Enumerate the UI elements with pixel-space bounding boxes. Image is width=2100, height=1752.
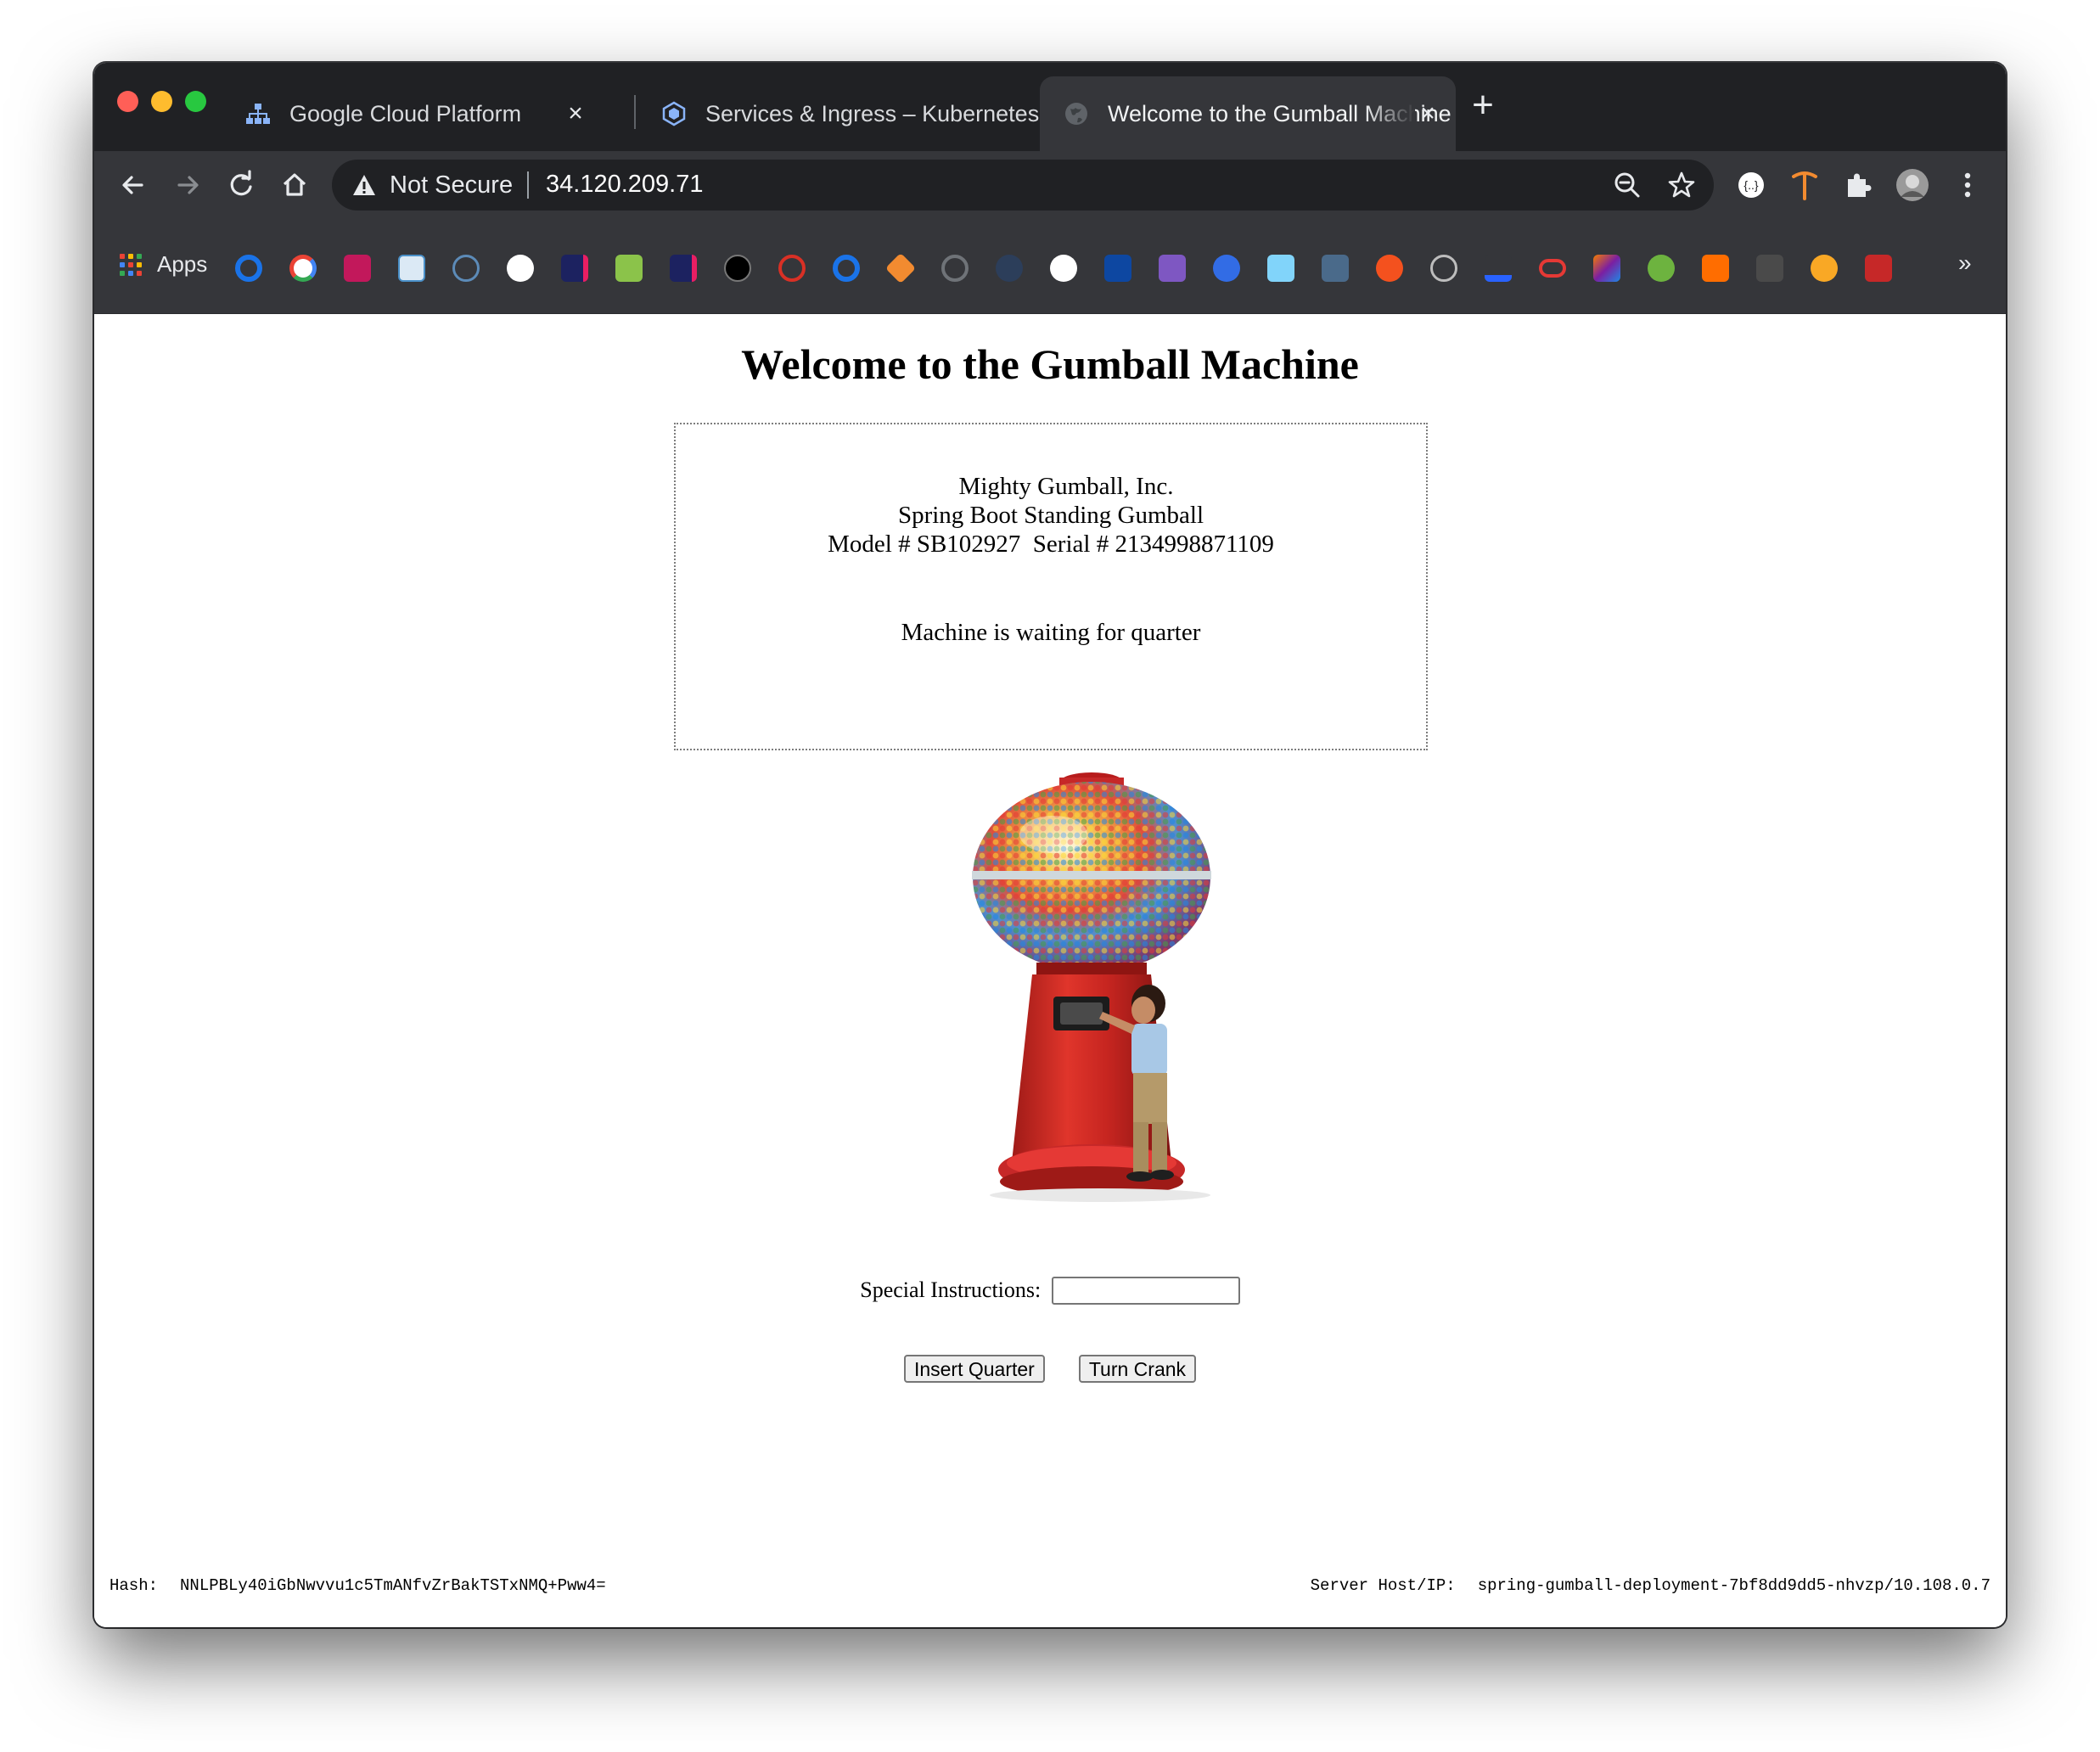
tab-title-fade [1364,76,1415,151]
gcp-sitemap-icon [246,104,270,124]
tab-strip: Google Cloud Platform × Services & Ingre… [94,63,2006,151]
bookmark-kotlin-icon[interactable] [1593,255,1620,282]
bookmark-red-logo-icon[interactable] [1865,255,1892,282]
bookmark-gopher-icon[interactable] [1267,255,1294,282]
insert-quarter-button[interactable]: Insert Quarter [903,1355,1045,1383]
bookmark-oracle-icon[interactable] [1539,259,1566,278]
bookmark-apps-label: Apps [157,251,208,277]
bookmark-blue-bar-icon[interactable] [1104,255,1131,282]
json-viewer-extension-icon[interactable]: {..} [1732,166,1770,204]
bookmark-red-ring-icon[interactable] [778,255,806,282]
bookmark-apps[interactable]: Apps [120,251,207,278]
close-tab-icon[interactable]: × [563,101,588,126]
url-text[interactable]: 34.120.209.71 [546,171,703,199]
machine-description: Mighty Gumball, Inc. Spring Boot Standin… [676,472,1426,559]
browser-window: Google Cloud Platform × Services & Ingre… [94,63,2006,1627]
svg-text:{..}: {..} [1743,178,1758,192]
tab-title: Google Cloud Platform [289,100,522,126]
pickaxe-extension-icon[interactable] [1786,166,1823,204]
home-icon[interactable] [276,166,313,204]
hash-label: Hash: [109,1576,159,1595]
bookmark-star-icon[interactable] [1666,170,1697,200]
profile-avatar[interactable] [1894,166,1931,204]
page-footer: Hash: NNLPBLy40iGbNwvvu1c5TmANfvZrBakTSTx… [94,1576,2006,1602]
omnibox-divider [527,171,529,199]
bookmark-orange-cube-icon[interactable] [884,252,917,284]
machine-info-box: Mighty Gumball, Inc. Spring Boot Standin… [674,423,1428,750]
kubernetes-engine-icon [662,101,686,126]
hash-value: NNLPBLy40iGbNwvvu1c5TmANfvZrBakTSTxNMQ+P… [180,1576,606,1595]
hash-info: Hash: NNLPBLy40iGbNwvvu1c5TmANfvZrBakTSTx… [109,1576,606,1595]
bookmark-google-icon[interactable] [289,255,317,282]
bookmark-f-icon[interactable] [561,255,588,282]
bookmark-orange-circle-icon[interactable] [1376,255,1403,282]
tab-google-cloud-platform[interactable]: Google Cloud Platform × [222,76,604,151]
bookmark-rabbitmq-icon[interactable] [1702,255,1729,282]
tab-gumball-machine[interactable]: Welcome to the Gumball Machine × [1040,76,1456,151]
bookmark-kubernetes-icon[interactable] [1213,255,1240,282]
bookmark-github-icon[interactable] [1050,255,1077,282]
server-label: Server Host/IP: [1310,1576,1456,1595]
server-value: spring-gumball-deployment-7bf8dd9dd5-nhv… [1477,1576,1991,1595]
bookmark-dark-circle-icon[interactable] [996,255,1023,282]
bookmark-infoq-icon[interactable] [398,255,425,282]
zoom-out-icon[interactable] [1612,170,1642,200]
warning-icon[interactable] [351,171,378,199]
bookmarks-bar: Apps » [94,219,2006,314]
bookmark-blue-ring2-icon[interactable] [833,255,860,282]
bookmark-hf-icon[interactable] [1430,255,1457,282]
model-serial: Model # SB102927 Serial # 2134998871109 [828,531,1274,558]
globe-icon [1065,103,1087,125]
new-tab-icon[interactable]: + [1466,87,1500,124]
security-status[interactable]: Not Secure [390,171,513,199]
address-bar[interactable]: Not Secure 34.120.209.71 [332,160,1714,211]
bookmark-heroku-icon[interactable] [1159,255,1186,282]
product-name: Spring Boot Standing Gumball [897,502,1204,529]
bookmark-dark-logo-icon[interactable] [1756,255,1783,282]
zoom-window-button[interactable] [185,91,206,112]
browser-toolbar: Not Secure 34.120.209.71 {..} [94,151,2006,219]
extensions-puzzle-icon[interactable] [1840,166,1878,204]
bookmark-f2-icon[interactable] [670,255,697,282]
special-instructions-label: Special Instructions: [860,1278,1042,1303]
bookmark-grey-hex-icon[interactable] [941,255,969,282]
machine-status: Machine is waiting for quarter [901,619,1201,646]
reload-icon[interactable] [222,166,260,204]
close-window-button[interactable] [117,91,138,112]
page-content: Welcome to the Gumball Machine Mighty Gu… [94,314,2006,1627]
special-instructions-input[interactable] [1051,1276,1240,1305]
bookmark-blue-triangle-icon[interactable] [1485,255,1512,282]
bookmarks-overflow-icon[interactable]: » [1958,250,1972,277]
turn-crank-button[interactable]: Turn Crank [1078,1355,1197,1383]
page-title: Welcome to the Gumball Machine [741,340,1359,388]
bookmark-blue-ring-icon[interactable] [235,255,262,282]
bookmark-stack-icon[interactable] [1322,255,1349,282]
bookmark-green-tag-icon[interactable] [615,255,643,282]
browser-menu-icon[interactable] [1949,166,1986,204]
apps-grid-icon [120,253,142,276]
tab-separator [634,95,636,129]
bookmark-a-circle-icon[interactable] [452,255,480,282]
gumball-machine-image [972,772,1211,1202]
bookmark-thoughtworks-icon[interactable] [344,255,371,282]
company-name: Mighty Gumball, Inc. [958,473,1174,500]
bookmark-globe-icon[interactable] [507,255,534,282]
close-tab-icon[interactable]: × [1415,101,1440,126]
bookmark-yellow-circle-icon[interactable] [1811,255,1838,282]
bookmark-spring-icon[interactable] [1648,255,1675,282]
minimize-window-button[interactable] [151,91,172,112]
back-icon[interactable] [115,166,152,204]
server-info: Server Host/IP: spring-gumball-deployment… [1311,1576,1991,1595]
special-instructions-row: Special Instructions: [94,1276,2006,1305]
bookmark-black-circle-icon[interactable] [724,255,751,282]
action-buttons: Insert Quarter Turn Crank [94,1355,2006,1383]
forward-icon[interactable] [169,166,206,204]
